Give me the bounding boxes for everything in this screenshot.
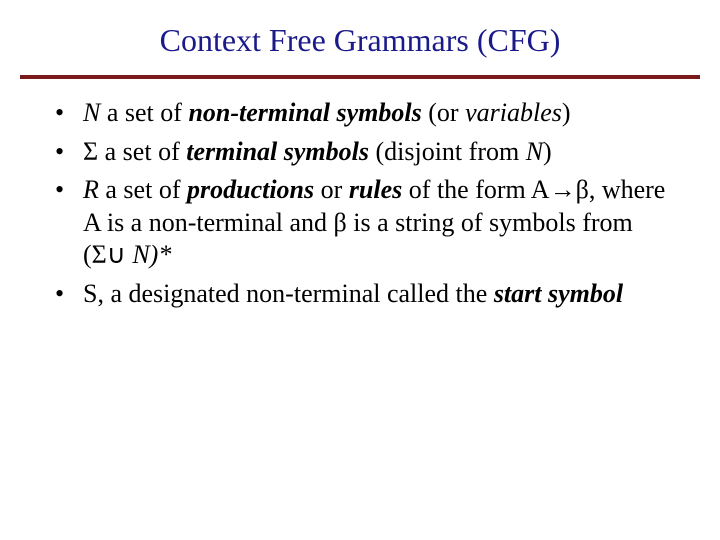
term-rules: rules <box>349 175 402 204</box>
slide: Context Free Grammars (CFG) N a set of n… <box>0 0 720 540</box>
text: ) <box>562 98 571 127</box>
slide-title: Context Free Grammars (CFG) <box>0 0 720 69</box>
term-terminal-symbols: terminal symbols <box>186 137 369 166</box>
term-nonterminal-symbols: non-terminal symbols <box>188 98 421 127</box>
text: S, a designated non-terminal called the <box>83 279 494 308</box>
text: (disjoint from <box>369 137 526 166</box>
text: or <box>314 175 349 204</box>
bullet-item-3: R a set of productions or rules of the f… <box>55 174 680 272</box>
term-productions: productions <box>187 175 314 204</box>
text: a set of <box>100 98 188 127</box>
bullet-item-4: S, a designated non-terminal called the … <box>55 278 680 311</box>
symbol-N: N <box>526 137 543 166</box>
symbol-N-star: N)* <box>132 240 171 269</box>
text: a set of <box>99 175 187 204</box>
text: a set of <box>98 137 186 166</box>
bullet-item-2: Σ a set of terminal symbols (disjoint fr… <box>55 136 680 169</box>
text: (or <box>422 98 465 127</box>
term-start-symbol: start symbol <box>494 279 623 308</box>
slide-body: N a set of non-terminal symbols (or vari… <box>0 79 720 310</box>
text: ) <box>543 137 552 166</box>
bullet-item-1: N a set of non-terminal symbols (or vari… <box>55 97 680 130</box>
symbol-R: R <box>83 175 99 204</box>
term-variables: variables <box>465 98 562 127</box>
bullet-list: N a set of non-terminal symbols (or vari… <box>55 97 680 310</box>
symbol-N: N <box>83 98 100 127</box>
symbol-union: ∪ <box>107 240 126 269</box>
symbol-sigma: Σ <box>83 137 98 166</box>
